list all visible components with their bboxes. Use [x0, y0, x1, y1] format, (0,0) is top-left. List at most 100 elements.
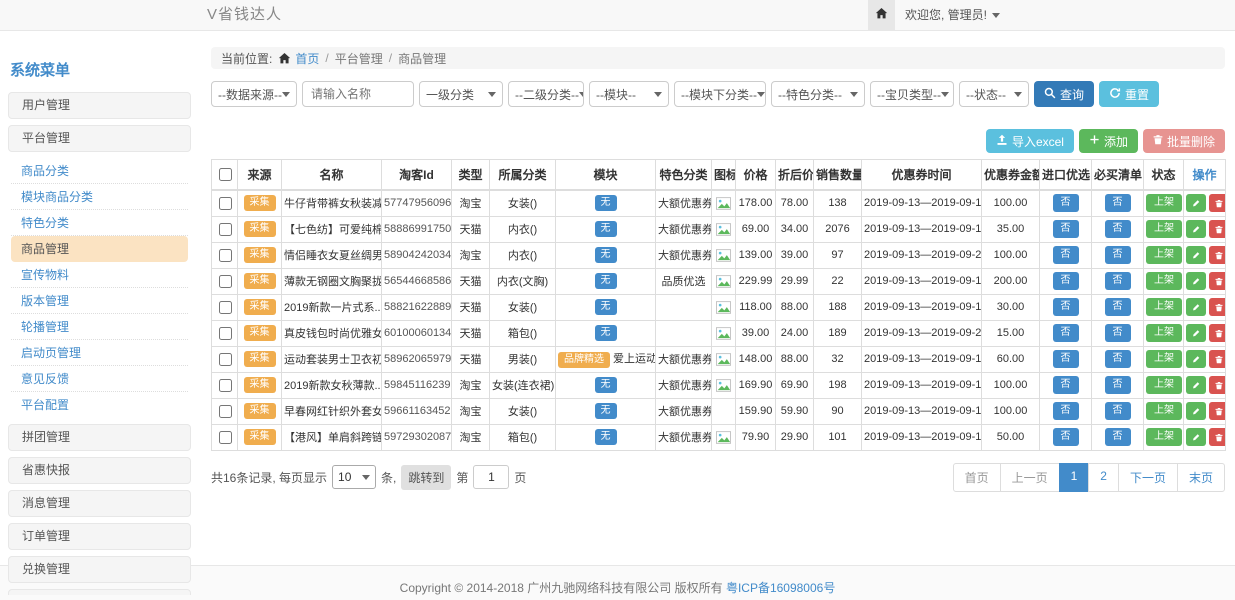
reset-button[interactable]: 重置	[1099, 81, 1159, 107]
sidebar-group-1[interactable]: 平台管理	[8, 125, 191, 152]
must-buy-toggle[interactable]: 否	[1105, 298, 1131, 316]
row-checkbox[interactable]	[219, 431, 232, 444]
import-excel-button[interactable]: 导入excel	[986, 129, 1074, 153]
status-button[interactable]: 上架	[1146, 246, 1182, 264]
edit-button[interactable]	[1186, 350, 1206, 368]
delete-button[interactable]	[1209, 246, 1226, 264]
import-optional-toggle[interactable]: 否	[1053, 298, 1079, 316]
row-checkbox[interactable]	[219, 327, 232, 340]
import-optional-toggle[interactable]: 否	[1053, 350, 1079, 368]
must-buy-toggle[interactable]: 否	[1105, 428, 1131, 446]
row-checkbox[interactable]	[219, 249, 232, 262]
status-button[interactable]: 上架	[1146, 220, 1182, 238]
import-optional-toggle[interactable]: 否	[1053, 324, 1079, 342]
status-button[interactable]: 上架	[1146, 194, 1182, 212]
import-optional-toggle[interactable]: 否	[1053, 220, 1079, 238]
edit-button[interactable]	[1186, 194, 1206, 212]
row-checkbox[interactable]	[219, 275, 232, 288]
sidebar-group-5[interactable]: 订单管理	[8, 523, 191, 550]
edit-button[interactable]	[1186, 220, 1206, 238]
edit-button[interactable]	[1186, 376, 1206, 394]
delete-button[interactable]	[1209, 324, 1226, 342]
product-name-input[interactable]	[302, 81, 414, 107]
sidebar-group-3[interactable]: 省惠快报	[8, 457, 191, 484]
status-button[interactable]: 上架	[1146, 272, 1182, 290]
delete-button[interactable]	[1209, 298, 1226, 316]
edit-button[interactable]	[1186, 246, 1206, 264]
import-optional-toggle[interactable]: 否	[1053, 376, 1079, 394]
per-page-select[interactable]: 10	[332, 465, 376, 489]
must-buy-toggle[interactable]: 否	[1105, 402, 1131, 420]
import-optional-toggle[interactable]: 否	[1053, 272, 1079, 290]
row-checkbox[interactable]	[219, 223, 232, 236]
pager-button-0[interactable]: 首页	[953, 463, 1001, 492]
row-checkbox[interactable]	[219, 379, 232, 392]
import-optional-toggle[interactable]: 否	[1053, 402, 1079, 420]
delete-button[interactable]	[1209, 428, 1226, 446]
sidebar-group-4[interactable]: 消息管理	[8, 490, 191, 517]
filter-select-4[interactable]: --模块--	[589, 81, 669, 107]
edit-button[interactable]	[1186, 272, 1206, 290]
delete-button[interactable]	[1209, 194, 1226, 212]
filter-select-5[interactable]: --模块下分类--	[674, 81, 766, 107]
row-checkbox[interactable]	[219, 197, 232, 210]
sidebar-item-1-8[interactable]: 意见反馈	[11, 366, 188, 392]
status-button[interactable]: 上架	[1146, 402, 1182, 420]
import-optional-toggle[interactable]: 否	[1053, 246, 1079, 264]
status-button[interactable]: 上架	[1146, 298, 1182, 316]
pager-button-1[interactable]: 上一页	[1000, 463, 1060, 492]
status-button[interactable]: 上架	[1146, 428, 1182, 446]
must-buy-toggle[interactable]: 否	[1105, 194, 1131, 212]
edit-button[interactable]	[1186, 402, 1206, 420]
sidebar-item-1-6[interactable]: 轮播管理	[11, 314, 188, 340]
filter-select-8[interactable]: --状态--	[959, 81, 1029, 107]
pager-button-5[interactable]: 末页	[1177, 463, 1225, 492]
filter-select-7[interactable]: --宝贝类型--	[870, 81, 954, 107]
sidebar-item-1-9[interactable]: 平台配置	[11, 392, 188, 418]
filter-select-0[interactable]: --数据来源--	[211, 81, 297, 107]
sidebar-group-6[interactable]: 兑换管理	[8, 556, 191, 583]
breadcrumb-home-link[interactable]: 首页	[295, 50, 319, 67]
user-menu[interactable]: 欢迎您, 管理员!	[905, 0, 1000, 30]
sidebar-item-1-1[interactable]: 模块商品分类	[11, 184, 188, 210]
row-checkbox[interactable]	[219, 301, 232, 314]
import-optional-toggle[interactable]: 否	[1053, 428, 1079, 446]
edit-button[interactable]	[1186, 298, 1206, 316]
jump-to-button[interactable]: 跳转到	[401, 465, 451, 490]
delete-button[interactable]	[1209, 350, 1226, 368]
home-shortcut-button[interactable]	[868, 0, 895, 30]
pager-button-2[interactable]: 1	[1059, 463, 1090, 492]
sidebar-group-7[interactable]: 统计管理	[8, 589, 191, 595]
sidebar-item-1-4[interactable]: 宣传物料	[11, 262, 188, 288]
search-button[interactable]: 查询	[1034, 81, 1094, 107]
filter-select-2[interactable]: 一级分类	[419, 81, 503, 107]
edit-button[interactable]	[1186, 324, 1206, 342]
delete-button[interactable]	[1209, 402, 1226, 420]
import-optional-toggle[interactable]: 否	[1053, 194, 1079, 212]
must-buy-toggle[interactable]: 否	[1105, 324, 1131, 342]
pager-button-4[interactable]: 下一页	[1118, 463, 1178, 492]
status-button[interactable]: 上架	[1146, 324, 1182, 342]
sidebar-item-1-2[interactable]: 特色分类	[11, 210, 188, 236]
delete-button[interactable]	[1209, 220, 1226, 238]
edit-button[interactable]	[1186, 428, 1206, 446]
delete-button[interactable]	[1209, 272, 1226, 290]
batch-delete-button[interactable]: 批量删除	[1143, 129, 1225, 153]
must-buy-toggle[interactable]: 否	[1105, 220, 1131, 238]
must-buy-toggle[interactable]: 否	[1105, 272, 1131, 290]
sidebar-group-0[interactable]: 用户管理	[8, 92, 191, 119]
sidebar-item-1-5[interactable]: 版本管理	[11, 288, 188, 314]
icp-link[interactable]: 粤ICP备16098006号	[726, 581, 835, 595]
pager-button-3[interactable]: 2	[1088, 463, 1119, 492]
status-button[interactable]: 上架	[1146, 376, 1182, 394]
add-button[interactable]: 添加	[1079, 129, 1138, 153]
must-buy-toggle[interactable]: 否	[1105, 246, 1131, 264]
select-all-checkbox[interactable]	[219, 168, 232, 181]
filter-select-3[interactable]: --二级分类--	[508, 81, 584, 107]
sidebar-item-1-0[interactable]: 商品分类	[11, 158, 188, 184]
sidebar-item-1-7[interactable]: 启动页管理	[11, 340, 188, 366]
row-checkbox[interactable]	[219, 353, 232, 366]
sidebar-item-1-3[interactable]: 商品管理	[11, 236, 188, 262]
must-buy-toggle[interactable]: 否	[1105, 376, 1131, 394]
status-button[interactable]: 上架	[1146, 350, 1182, 368]
